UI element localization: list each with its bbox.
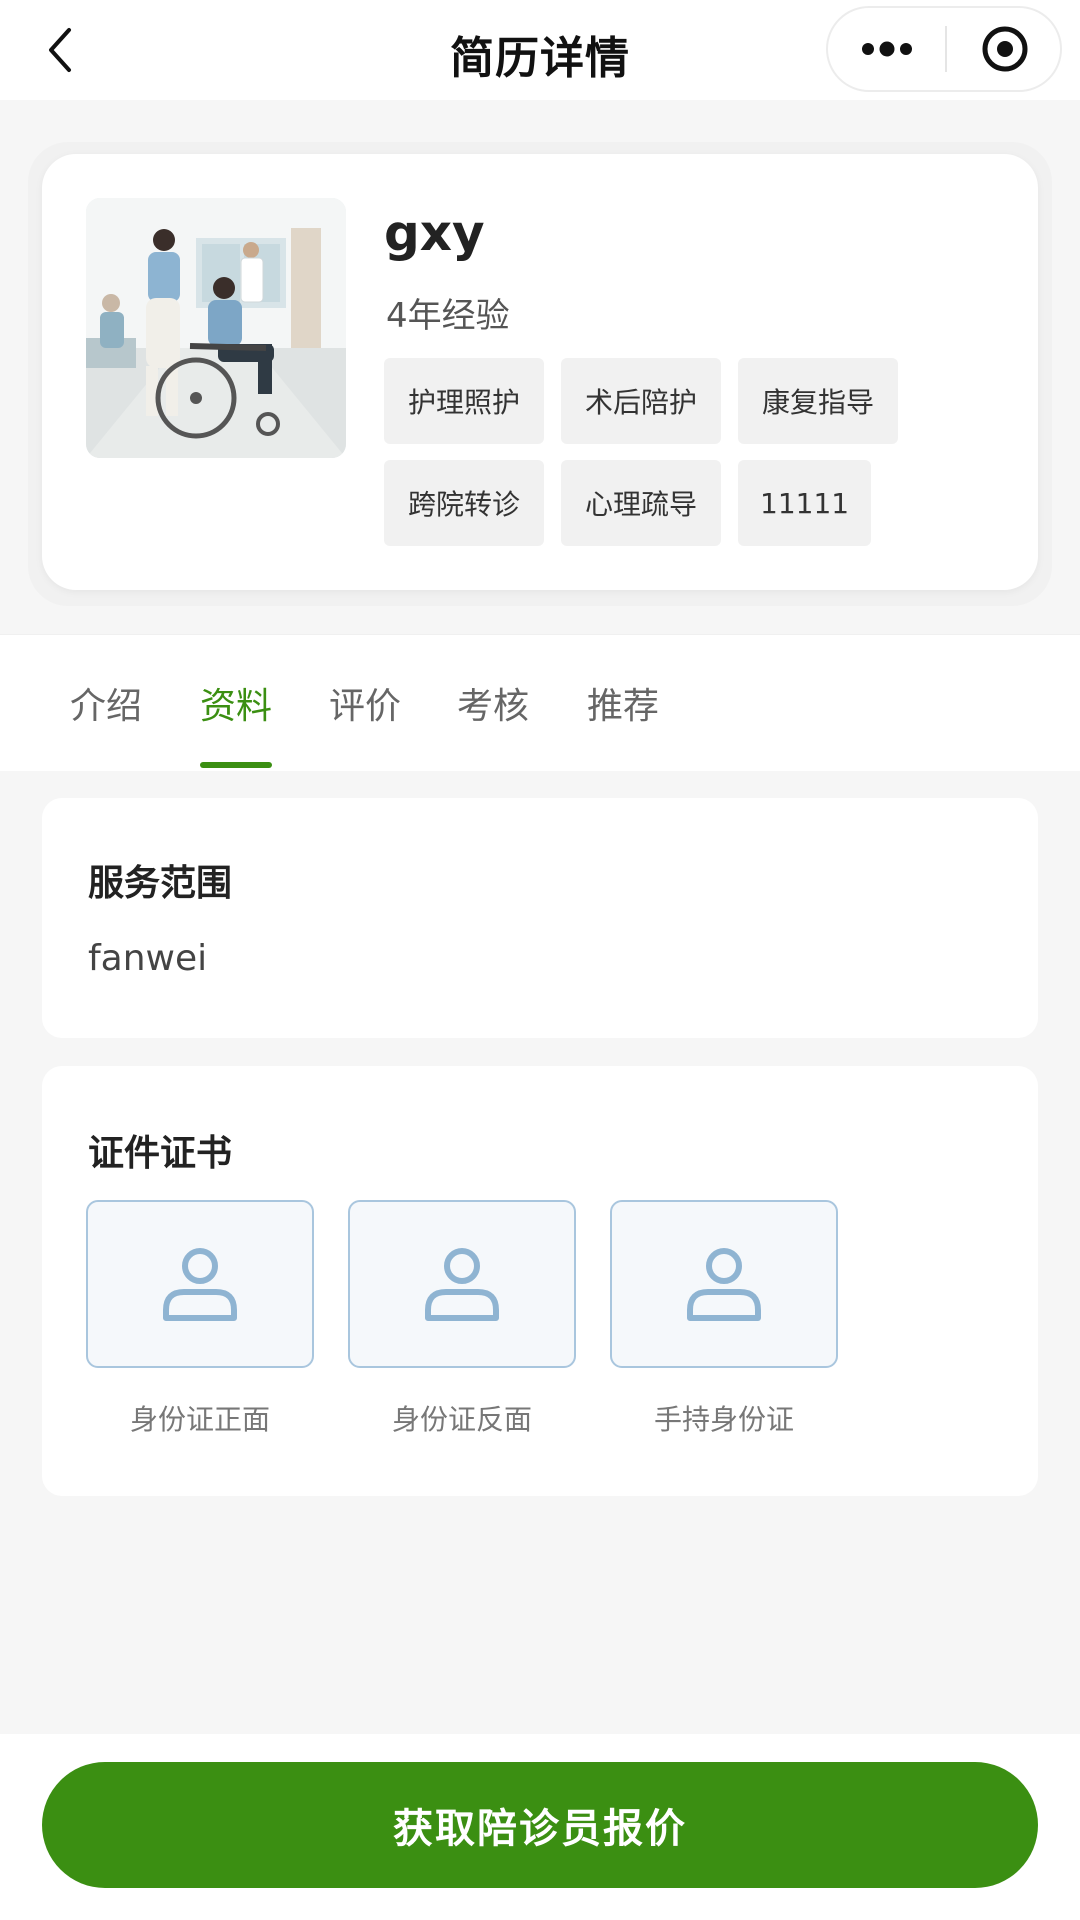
person-icon (425, 1248, 499, 1321)
service-scope-content: fanwei (88, 938, 208, 979)
avatar (86, 198, 346, 458)
tab-assessment[interactable]: 考核 (457, 677, 529, 729)
certificate-image-placeholder[interactable] (610, 1200, 838, 1368)
tab-profile-info[interactable]: 资料 (200, 677, 272, 729)
close-miniprogram-button[interactable] (947, 8, 1062, 90)
more-button[interactable] (828, 8, 945, 90)
skill-tag: 11111 (738, 460, 872, 546)
avatar-photo (86, 198, 346, 458)
caregiver-name: gxy (384, 204, 485, 262)
certificate-label: 身份证反面 (391, 1403, 532, 1436)
certificate-image-placeholder[interactable] (348, 1200, 576, 1368)
tab-intro[interactable]: 介绍 (70, 677, 142, 729)
active-tab-indicator (200, 762, 272, 768)
nav-bar: 简历详情 (0, 0, 1080, 100)
certificates-title: 证件证书 (88, 1133, 233, 1174)
tab-recommend[interactable]: 推荐 (587, 677, 659, 729)
skill-tag: 术后陪护 (561, 358, 721, 444)
skill-tags: 护理照护 术后陪护 康复指导 跨院转诊 心理疏导 11111 (384, 358, 944, 546)
certificate-image-placeholder[interactable] (86, 1200, 314, 1368)
more-dots-icon (861, 41, 912, 57)
target-icon (982, 26, 1027, 72)
service-scope-title: 服务范围 (88, 863, 233, 904)
skill-tag: 康复指导 (738, 358, 898, 444)
certificate-item[interactable]: 身份证正面 (86, 1200, 314, 1438)
certificate-label: 身份证正面 (129, 1403, 270, 1436)
certificate-item[interactable]: 手持身份证 (610, 1200, 838, 1438)
tab-reviews[interactable]: 评价 (329, 677, 401, 729)
certificate-label: 手持身份证 (653, 1403, 794, 1436)
service-scope-card: 服务范围 fanwei (42, 798, 1038, 1038)
experience-years: 4年经验 (386, 296, 510, 336)
person-icon (687, 1248, 761, 1321)
certificate-item[interactable]: 身份证反面 (348, 1200, 576, 1438)
tab-bar: 介绍 资料 评价 考核 推荐 (0, 634, 1080, 771)
person-icon (163, 1248, 237, 1321)
skill-tag: 跨院转诊 (384, 460, 544, 546)
skill-tag: 心理疏导 (561, 460, 721, 546)
resume-detail-page: 简历详情 gxy 4年经验 护理照护 术后陪护 康复指导 跨院转诊 心理疏导 1… (0, 0, 1080, 1920)
skill-tag: 护理照护 (384, 358, 544, 444)
get-quote-button[interactable]: 获取陪诊员报价 (42, 1762, 1038, 1888)
mini-program-capsule (826, 6, 1062, 92)
